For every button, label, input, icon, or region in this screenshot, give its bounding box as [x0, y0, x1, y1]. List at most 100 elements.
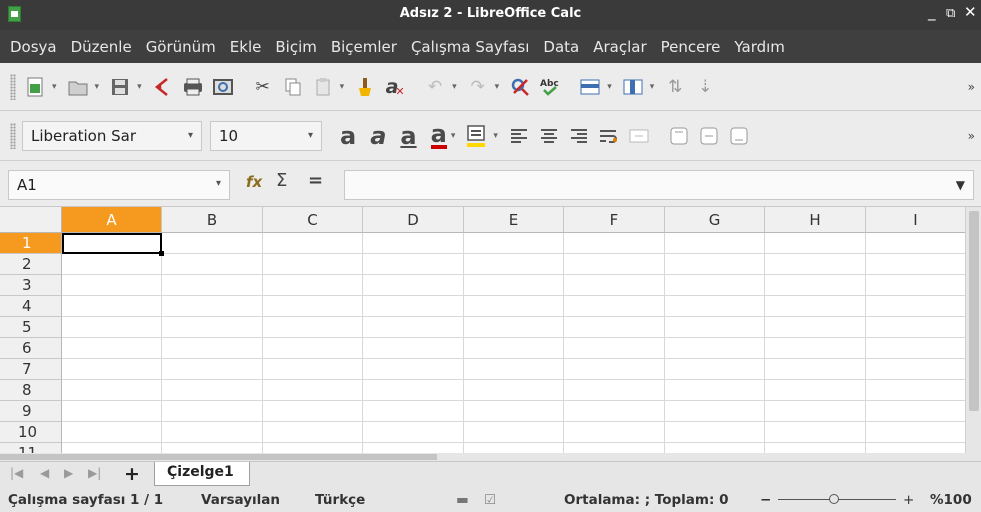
- column-icon[interactable]: [620, 74, 646, 100]
- menu-edit[interactable]: Düzenle: [71, 38, 132, 56]
- column-header-h[interactable]: H: [765, 207, 866, 233]
- open-folder-icon[interactable]: [65, 74, 91, 100]
- row-header-5[interactable]: 5: [0, 317, 62, 338]
- row-header-8[interactable]: 8: [0, 380, 62, 401]
- row-header-7[interactable]: 7: [0, 359, 62, 380]
- font-color-dropdown-icon[interactable]: ▾: [451, 131, 456, 141]
- export-pdf-icon[interactable]: [150, 74, 176, 100]
- font-color-button[interactable]: a: [430, 122, 447, 149]
- align-left-icon[interactable]: [506, 123, 532, 149]
- close-button[interactable]: ✕: [964, 3, 977, 21]
- align-top-icon[interactable]: [666, 123, 692, 149]
- highlight-dropdown-icon[interactable]: ▾: [493, 131, 498, 141]
- row-header-3[interactable]: 3: [0, 275, 62, 296]
- vertical-scrollbar[interactable]: [965, 207, 981, 453]
- column-header-g[interactable]: G: [665, 207, 765, 233]
- function-wizard-icon[interactable]: fx: [246, 173, 262, 191]
- redo-dropdown-icon[interactable]: ▾: [495, 82, 500, 92]
- new-document-icon[interactable]: [22, 74, 48, 100]
- last-sheet-icon[interactable]: ▶|: [88, 466, 101, 480]
- add-sheet-button[interactable]: +: [124, 463, 140, 485]
- zoom-level[interactable]: %100: [930, 492, 972, 508]
- row-header-11[interactable]: 11: [0, 443, 62, 453]
- row-header-9[interactable]: 9: [0, 401, 62, 422]
- column-header-e[interactable]: E: [464, 207, 564, 233]
- menu-view[interactable]: Görünüm: [146, 38, 216, 56]
- name-box[interactable]: A1 ▾: [8, 170, 230, 200]
- merge-cells-icon[interactable]: [626, 123, 652, 149]
- bold-button[interactable]: a: [340, 122, 356, 150]
- wrap-text-icon[interactable]: [596, 123, 622, 149]
- next-sheet-icon[interactable]: ▶: [64, 466, 73, 480]
- previous-sheet-icon[interactable]: ◀: [40, 466, 49, 480]
- menu-window[interactable]: Pencere: [661, 38, 721, 56]
- expand-formula-icon[interactable]: ▼: [956, 178, 965, 192]
- maximize-button[interactable]: ⧉: [946, 6, 955, 21]
- row-header-6[interactable]: 6: [0, 338, 62, 359]
- toolbar-grip[interactable]: [10, 122, 16, 149]
- active-cell-cursor[interactable]: [62, 233, 164, 256]
- chevron-down-icon[interactable]: ▾: [308, 130, 313, 141]
- selection-mode-icon[interactable]: ▬: [456, 492, 469, 508]
- chevron-down-icon[interactable]: ▾: [188, 130, 193, 141]
- row-header-10[interactable]: 10: [0, 422, 62, 443]
- menu-sheet[interactable]: Çalışma Sayfası: [411, 38, 529, 56]
- row-icon[interactable]: [577, 74, 603, 100]
- new-dropdown-icon[interactable]: ▾: [52, 82, 57, 92]
- sum-icon[interactable]: Σ: [276, 170, 287, 191]
- column-header-b[interactable]: B: [162, 207, 263, 233]
- row-dropdown-icon[interactable]: ▾: [607, 82, 612, 92]
- open-dropdown-icon[interactable]: ▾: [95, 82, 100, 92]
- toolbar-overflow-icon[interactable]: »: [968, 129, 975, 143]
- find-replace-icon[interactable]: [507, 74, 533, 100]
- font-name-combobox[interactable]: Liberation Sar ▾: [22, 120, 202, 151]
- save-dropdown-icon[interactable]: ▾: [137, 82, 142, 92]
- font-size-combobox[interactable]: 10 ▾: [210, 120, 322, 151]
- formula-icon[interactable]: =: [308, 170, 323, 191]
- page-style[interactable]: Varsayılan: [201, 492, 280, 508]
- spreadsheet-grid[interactable]: A B C D E F G H I 1 2 3 4 5 6 7 8 9 10 11: [0, 207, 965, 453]
- horizontal-scrollbar[interactable]: [0, 453, 981, 461]
- row-header-1[interactable]: 1: [0, 233, 62, 254]
- undo-icon[interactable]: ↶: [422, 74, 448, 100]
- menu-data[interactable]: Data: [543, 38, 579, 56]
- row-header-4[interactable]: 4: [0, 296, 62, 317]
- clone-formatting-icon[interactable]: [352, 74, 378, 100]
- menu-styles[interactable]: Biçemler: [331, 38, 397, 56]
- menu-tools[interactable]: Araçlar: [593, 38, 646, 56]
- formula-input[interactable]: ▼: [344, 170, 974, 200]
- horizontal-scroll-thumb[interactable]: [0, 454, 437, 460]
- copy-icon[interactable]: [280, 74, 306, 100]
- save-icon[interactable]: [107, 74, 133, 100]
- print-preview-icon[interactable]: [210, 74, 236, 100]
- undo-dropdown-icon[interactable]: ▾: [452, 82, 457, 92]
- menu-format[interactable]: Biçim: [275, 38, 316, 56]
- autofill-handle[interactable]: [159, 251, 164, 256]
- menu-help[interactable]: Yardım: [734, 38, 785, 56]
- vertical-scroll-thumb[interactable]: [969, 211, 979, 411]
- toolbar-grip[interactable]: [10, 73, 16, 100]
- align-right-icon[interactable]: [566, 123, 592, 149]
- align-bottom-icon[interactable]: [726, 123, 752, 149]
- sheet-tab[interactable]: Çizelge1: [154, 462, 250, 486]
- paste-dropdown-icon[interactable]: ▾: [340, 82, 345, 92]
- print-icon[interactable]: [180, 74, 206, 100]
- row-header-2[interactable]: 2: [0, 254, 62, 275]
- sort-ascending-icon[interactable]: ⇅: [662, 74, 688, 100]
- toolbar-overflow-icon[interactable]: »: [968, 80, 975, 94]
- underline-button[interactable]: a: [400, 122, 416, 150]
- language[interactable]: Türkçe: [315, 492, 365, 508]
- column-dropdown-icon[interactable]: ▾: [650, 82, 655, 92]
- cut-icon[interactable]: ✂: [250, 74, 276, 100]
- column-header-f[interactable]: F: [564, 207, 665, 233]
- align-middle-icon[interactable]: [696, 123, 722, 149]
- menu-file[interactable]: Dosya: [10, 38, 57, 56]
- paste-icon[interactable]: [310, 74, 336, 100]
- zoom-in-button[interactable]: +: [903, 492, 914, 508]
- column-header-i[interactable]: I: [866, 207, 965, 233]
- column-header-a[interactable]: A: [62, 207, 162, 233]
- sort-descending-icon[interactable]: ⇣: [692, 74, 718, 100]
- column-header-d[interactable]: D: [363, 207, 464, 233]
- chevron-down-icon[interactable]: ▾: [216, 178, 221, 189]
- italic-button[interactable]: a: [370, 122, 386, 150]
